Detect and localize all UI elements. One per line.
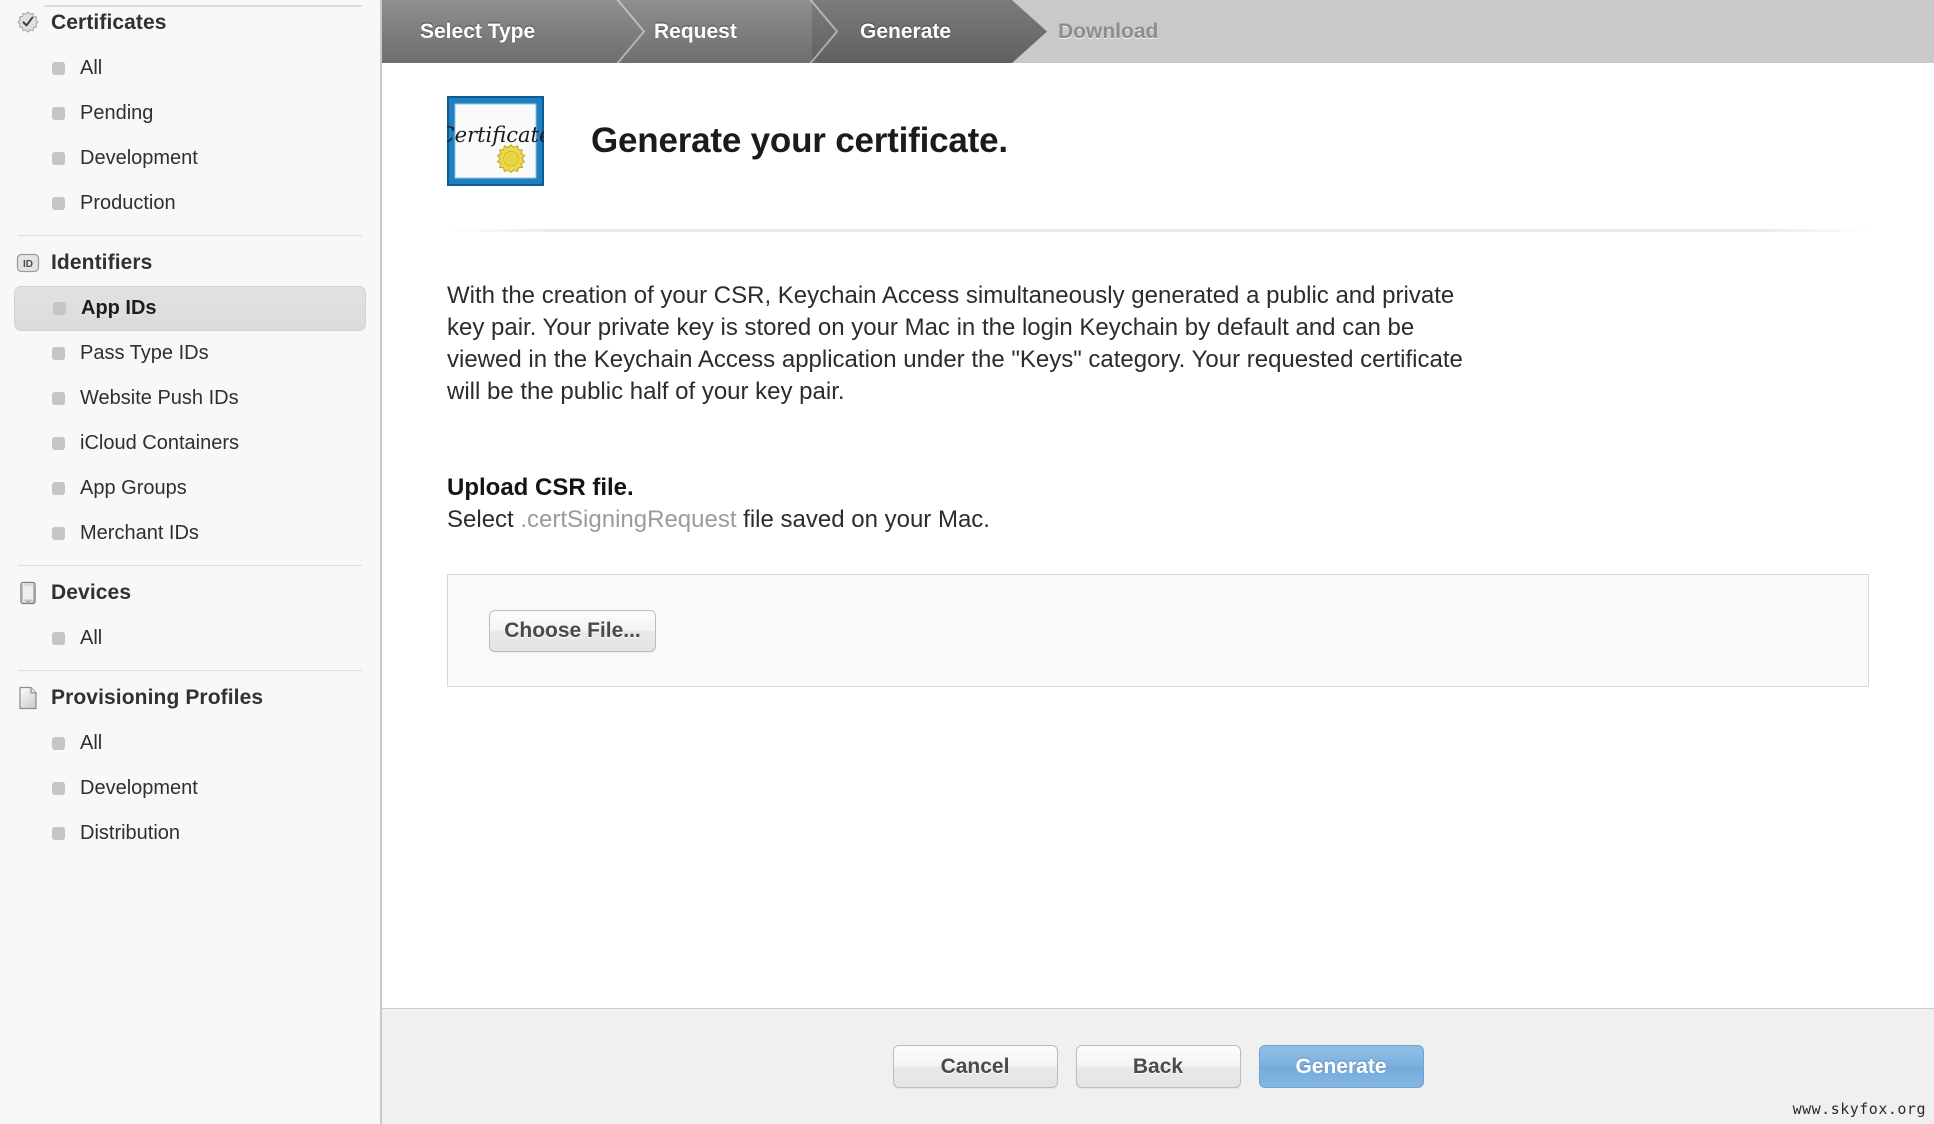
bullet-icon [52, 737, 65, 750]
bullet-icon [52, 827, 65, 840]
sidebar-item-label: All [80, 57, 102, 80]
bullet-icon [52, 632, 65, 645]
upload-subtext: Select .certSigningRequest file saved on… [447, 506, 1869, 534]
sidebar-item-label: Merchant IDs [80, 522, 199, 545]
sidebar-item-label: Website Push IDs [80, 387, 239, 410]
sidebar-item-app-groups[interactable]: App Groups [14, 466, 366, 511]
bullet-icon [52, 152, 65, 165]
sidebar-group-label: Identifiers [51, 251, 152, 275]
sidebar-item-icloud-containers[interactable]: iCloud Containers [14, 421, 366, 466]
sidebar-item-label: App IDs [81, 297, 157, 320]
device-icon [16, 581, 40, 605]
sidebar: Certificates All Pending Development Product… [0, 0, 382, 1124]
body-paragraph: With the creation of your CSR, Keychain … [447, 280, 1477, 408]
main-panel: Select Type Request Generate Download Certi… [382, 0, 1934, 1124]
svg-text:ID: ID [23, 259, 33, 270]
cancel-button[interactable]: Cancel [893, 1045, 1058, 1088]
page-header: Certificate Generate your certificate. [382, 63, 1934, 186]
wizard-step-request[interactable]: Request [654, 0, 737, 63]
sidebar-item-all[interactable]: All [14, 616, 366, 661]
sidebar-group-label: Devices [51, 581, 131, 605]
bullet-icon [52, 347, 65, 360]
sidebar-group-label: Provisioning Profiles [51, 686, 263, 710]
bullet-icon [53, 302, 66, 315]
content-area: Certificate Generate your certificate. W… [382, 63, 1934, 1008]
sidebar-item-merchant-ids[interactable]: Merchant IDs [14, 511, 366, 556]
upload-sub-suffix: file saved on your Mac. [737, 506, 990, 533]
watermark: www.skyfox.org [1793, 1100, 1926, 1118]
bullet-icon [52, 482, 65, 495]
upload-sub-prefix: Select [447, 506, 520, 533]
sidebar-item-label: All [80, 732, 102, 755]
sidebar-item-label: App Groups [80, 477, 187, 500]
wizard-step-generate[interactable]: Generate [860, 0, 951, 63]
sidebar-item-label: All [80, 627, 102, 650]
sidebar-divider [18, 670, 362, 671]
upload-file-extension: .certSigningRequest [520, 506, 736, 533]
bullet-icon [52, 197, 65, 210]
sidebar-divider [18, 235, 362, 236]
certificate-icon: Certificate [447, 96, 544, 186]
sidebar-item-all[interactable]: All [14, 46, 366, 91]
sidebar-item-pending[interactable]: Pending [14, 91, 366, 136]
bullet-icon [52, 392, 65, 405]
wizard-step-select-type[interactable]: Select Type [420, 0, 535, 63]
sidebar-item-label: Development [80, 147, 198, 170]
id-badge-icon: ID [16, 251, 40, 275]
sidebar-group-provisioning-profiles[interactable]: Provisioning Profiles [14, 675, 366, 721]
wizard-step-separator-icon [807, 0, 841, 63]
sidebar-item-label: Production [80, 192, 176, 215]
app-window: Certificates All Pending Development Product… [0, 0, 1934, 1124]
page-title: Generate your certificate. [591, 121, 1008, 161]
sidebar-group-label: Certificates [51, 11, 167, 35]
sidebar-top-rule [44, 5, 362, 7]
sidebar-item-production[interactable]: Production [14, 181, 366, 226]
sidebar-item-label: Distribution [80, 822, 180, 845]
wizard-step-download[interactable]: Download [1058, 0, 1158, 63]
sidebar-group-devices[interactable]: Devices [14, 570, 366, 616]
sidebar-item-all[interactable]: All [14, 721, 366, 766]
svg-text:Certificate: Certificate [447, 123, 544, 147]
wizard-steps: Select Type Request Generate Download [382, 0, 1934, 63]
sidebar-item-website-push-ids[interactable]: Website Push IDs [14, 376, 366, 421]
wizard-active-arrow-icon [1012, 0, 1047, 63]
sidebar-item-label: Pass Type IDs [80, 342, 209, 365]
sidebar-item-label: iCloud Containers [80, 432, 239, 455]
sidebar-item-development[interactable]: Development [14, 136, 366, 181]
bullet-icon [52, 527, 65, 540]
upload-section: Upload CSR file. Select .certSigningRequ… [447, 474, 1869, 534]
sidebar-group-list: Certificates All Pending Development Product… [0, 0, 380, 856]
sidebar-item-development[interactable]: Development [14, 766, 366, 811]
sidebar-item-app-ids[interactable]: App IDs [14, 286, 366, 331]
wizard-step-label: Generate [860, 20, 951, 44]
generate-button[interactable]: Generate [1259, 1045, 1424, 1088]
choose-file-button[interactable]: Choose File... [489, 610, 656, 652]
bullet-icon [52, 782, 65, 795]
section-divider [447, 229, 1869, 232]
bullet-icon [52, 62, 65, 75]
file-dropzone[interactable]: Choose File... [447, 574, 1869, 687]
sidebar-item-label: Pending [80, 102, 153, 125]
bullet-icon [52, 437, 65, 450]
upload-heading: Upload CSR file. [447, 474, 1869, 502]
footer-action-bar: Cancel Back Generate www.skyfox.org [382, 1008, 1934, 1124]
sidebar-item-distribution[interactable]: Distribution [14, 811, 366, 856]
bullet-icon [52, 107, 65, 120]
sidebar-group-identifiers[interactable]: ID Identifiers [14, 240, 366, 286]
back-button[interactable]: Back [1076, 1045, 1241, 1088]
wizard-step-label: Request [654, 20, 737, 44]
wizard-step-label: Download [1058, 20, 1158, 44]
wizard-step-separator-icon [614, 0, 648, 63]
certificate-badge-icon [16, 11, 40, 35]
sidebar-item-label: Development [80, 777, 198, 800]
sidebar-divider [18, 565, 362, 566]
wizard-step-label: Select Type [420, 20, 535, 44]
document-icon [16, 686, 40, 710]
sidebar-item-pass-type-ids[interactable]: Pass Type IDs [14, 331, 366, 376]
